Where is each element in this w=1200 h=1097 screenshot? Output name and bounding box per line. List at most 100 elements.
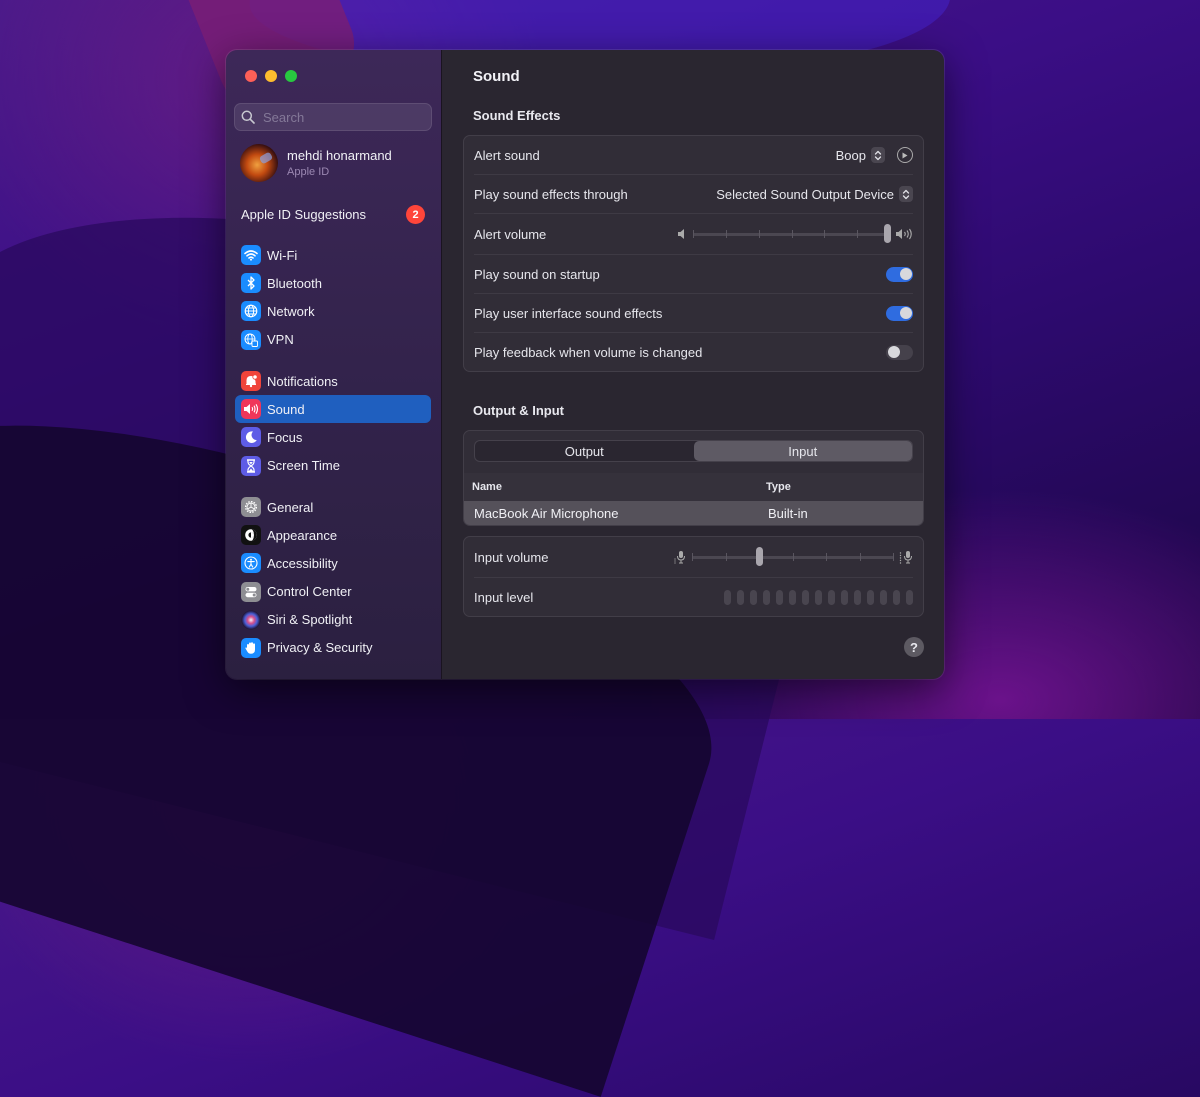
tab-input[interactable]: Input bbox=[693, 441, 912, 461]
slider-tick bbox=[857, 230, 858, 238]
sidebar-item-focus[interactable]: Focus bbox=[235, 423, 431, 451]
vpn-icon bbox=[241, 329, 261, 350]
minimize-button[interactable] bbox=[265, 70, 277, 82]
level-segment bbox=[815, 590, 822, 605]
help-button[interactable]: ? bbox=[904, 637, 924, 657]
siri-icon bbox=[241, 610, 261, 630]
window-controls bbox=[245, 70, 297, 82]
sound-effects-group: Alert sound Boop Play sound effects thro… bbox=[463, 135, 924, 372]
input-level-meter bbox=[724, 590, 913, 605]
column-header-name[interactable]: Name bbox=[472, 481, 766, 493]
alert-sound-value: Boop bbox=[835, 147, 866, 163]
apple-id-profile[interactable]: mehdi honarmand Apple ID bbox=[240, 144, 392, 182]
speaker-high-icon bbox=[896, 228, 912, 240]
slider-thumb[interactable] bbox=[756, 547, 763, 566]
sidebar-group-notifications: Notifications Sound Focus Screen Time bbox=[235, 367, 431, 480]
startup-sound-toggle[interactable] bbox=[886, 266, 913, 282]
input-level-row: Input level bbox=[474, 578, 913, 617]
level-segment bbox=[763, 590, 770, 605]
alert-volume-label: Alert volume bbox=[474, 226, 547, 242]
sidebar-item-sound[interactable]: Sound bbox=[235, 395, 431, 424]
device-table-row[interactable]: MacBook Air Microphone Built-in bbox=[464, 501, 923, 525]
sidebar-item-label: General bbox=[267, 499, 314, 515]
system-settings-window: mehdi honarmand Apple ID Apple ID Sugges… bbox=[226, 50, 944, 679]
input-volume-row: Input volume bbox=[474, 537, 913, 578]
device-type: Built-in bbox=[768, 506, 808, 521]
sidebar-item-label: Appearance bbox=[267, 527, 338, 543]
apple-id-suggestions[interactable]: Apple ID Suggestions 2 bbox=[241, 205, 425, 224]
input-volume-slider[interactable] bbox=[692, 547, 894, 567]
slider-thumb[interactable] bbox=[884, 224, 891, 243]
alert-volume-slider[interactable] bbox=[693, 224, 891, 244]
device-name: MacBook Air Microphone bbox=[474, 506, 619, 521]
slider-tick bbox=[726, 553, 727, 561]
slider-tick bbox=[826, 553, 827, 561]
zoom-button[interactable] bbox=[285, 70, 297, 82]
slider-tick bbox=[793, 553, 794, 561]
level-segment bbox=[802, 590, 809, 605]
close-button[interactable] bbox=[245, 70, 257, 82]
input-level-label: Input level bbox=[474, 590, 534, 605]
sidebar-item-appearance[interactable]: Appearance bbox=[235, 521, 431, 549]
sidebar-item-label: Network bbox=[267, 303, 315, 319]
level-segment bbox=[880, 590, 887, 605]
sidebar-item-label: Screen Time bbox=[267, 458, 340, 474]
alert-sound-popup[interactable]: Boop bbox=[836, 147, 885, 163]
bell-icon bbox=[241, 371, 261, 391]
play-through-popup[interactable]: Selected Sound Output Device bbox=[716, 186, 913, 202]
volume-feedback-label: Play feedback when volume is changed bbox=[474, 344, 703, 360]
volume-feedback-row: Play feedback when volume is changed bbox=[474, 333, 913, 371]
slider-tick bbox=[860, 553, 861, 561]
microphone-high-icon bbox=[899, 551, 912, 564]
sidebar: mehdi honarmand Apple ID Apple ID Sugges… bbox=[226, 50, 442, 679]
hand-icon bbox=[241, 637, 261, 658]
play-through-row: Play sound effects through Selected Soun… bbox=[474, 175, 913, 214]
ui-sounds-toggle[interactable] bbox=[886, 305, 913, 321]
sidebar-item-general[interactable]: General bbox=[235, 493, 431, 521]
output-input-group: Output Input Name Type MacBook Air Micro… bbox=[463, 430, 924, 526]
sidebar-item-wi-fi[interactable]: Wi-Fi bbox=[235, 241, 431, 269]
hourglass-icon bbox=[241, 455, 261, 476]
sidebar-item-label: Focus bbox=[267, 429, 303, 445]
sidebar-item-bluetooth[interactable]: Bluetooth bbox=[235, 269, 431, 297]
column-header-type[interactable]: Type bbox=[766, 481, 791, 493]
device-table-header: Name Type bbox=[464, 473, 923, 501]
sidebar-item-label: Siri & Spotlight bbox=[267, 612, 353, 628]
sidebar-item-accessibility[interactable]: Accessibility bbox=[235, 549, 431, 577]
tab-output[interactable]: Output bbox=[475, 441, 694, 461]
sidebar-item-label: Sound bbox=[267, 401, 305, 417]
play-icon bbox=[902, 152, 908, 158]
globe-icon bbox=[241, 301, 261, 322]
gear-icon bbox=[241, 497, 261, 517]
output-input-heading: Output & Input bbox=[473, 403, 564, 418]
sidebar-item-privacy-and-security[interactable]: Privacy & Security bbox=[235, 634, 431, 662]
level-segment bbox=[750, 590, 757, 605]
suggestions-badge: 2 bbox=[406, 205, 425, 224]
sidebar-item-notifications[interactable]: Notifications bbox=[235, 367, 431, 395]
speaker-icon bbox=[241, 399, 261, 420]
sidebar-item-vpn[interactable]: VPN bbox=[235, 326, 431, 354]
sidebar-item-control-center[interactable]: Control Center bbox=[235, 578, 431, 606]
accessibility-icon bbox=[241, 553, 261, 574]
slider-tick bbox=[692, 553, 693, 561]
slider-tick bbox=[792, 230, 793, 238]
level-segment bbox=[776, 590, 783, 605]
level-segment bbox=[867, 590, 874, 605]
control-center-icon bbox=[241, 581, 261, 602]
sidebar-item-siri-and-spotlight[interactable]: Siri & Spotlight bbox=[235, 606, 431, 634]
play-alert-button[interactable] bbox=[897, 147, 913, 163]
ui-sounds-label: Play user interface sound effects bbox=[474, 305, 663, 321]
startup-sound-row: Play sound on startup bbox=[474, 255, 913, 294]
avatar bbox=[240, 144, 278, 182]
wifi-icon bbox=[241, 245, 261, 265]
search-field[interactable] bbox=[234, 103, 432, 131]
suggestions-label: Apple ID Suggestions bbox=[241, 207, 367, 222]
sidebar-item-screen-time[interactable]: Screen Time bbox=[235, 452, 431, 480]
sidebar-item-label: Accessibility bbox=[267, 555, 338, 571]
search-icon bbox=[241, 110, 255, 124]
volume-feedback-toggle[interactable] bbox=[886, 344, 913, 360]
level-segment bbox=[737, 590, 744, 605]
search-input[interactable] bbox=[261, 108, 425, 126]
play-through-value: Selected Sound Output Device bbox=[716, 186, 894, 202]
sidebar-item-network[interactable]: Network bbox=[235, 297, 431, 325]
